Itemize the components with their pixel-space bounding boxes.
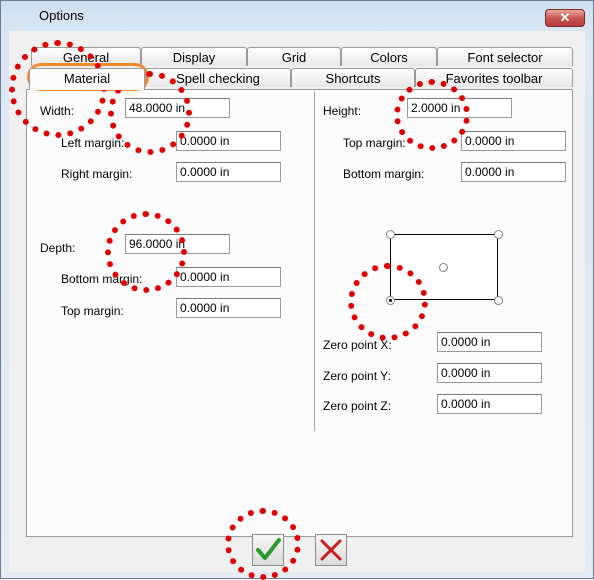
cancel-button[interactable]: [315, 534, 347, 566]
width-label: Width:: [40, 104, 75, 118]
window-title: Options: [39, 8, 84, 23]
bottom-margin-field[interactable]: 0.0000 in: [176, 267, 281, 287]
zero-y-label: Zero point Y:: [323, 369, 391, 383]
tab-material[interactable]: Material: [29, 68, 145, 90]
left-margin-label: Left margin:: [61, 136, 125, 150]
ok-button[interactable]: [252, 534, 284, 566]
zero-z-label: Zero point Z:: [323, 399, 392, 413]
tab-colors[interactable]: Colors: [341, 47, 437, 66]
depth-field[interactable]: 96.0000 in: [125, 234, 230, 254]
top-margin-right-field[interactable]: 0.0000 in: [461, 131, 566, 151]
depth-label: Depth:: [40, 241, 76, 255]
top-margin-field[interactable]: 0.0000 in: [176, 298, 281, 318]
tab-font-selector[interactable]: Font selector: [437, 47, 573, 66]
title-bar: Options ✕: [1, 1, 593, 29]
zero-point-top-right-radio[interactable]: [494, 230, 503, 239]
bottom-margin-label: Bottom margin:: [61, 272, 143, 286]
column-divider: [314, 91, 316, 431]
bottom-margin-right-field[interactable]: 0.0000 in: [461, 162, 566, 182]
top-margin-right-label: Top margin:: [343, 136, 406, 150]
zero-z-field[interactable]: 0.0000 in: [437, 394, 542, 414]
options-dialog: Options ✕ General Display Grid Colors Fo…: [0, 0, 594, 580]
left-margin-field[interactable]: 0.0000 in: [176, 131, 281, 151]
zero-point-bottom-right-radio[interactable]: [494, 296, 503, 305]
bottom-margin-right-label: Bottom margin:: [343, 167, 425, 181]
tab-shortcuts[interactable]: Shortcuts: [291, 68, 415, 87]
tab-spell-checking[interactable]: Spell checking: [145, 68, 291, 87]
x-icon: [320, 539, 342, 561]
zero-point-center-radio[interactable]: [439, 263, 448, 272]
right-margin-field[interactable]: 0.0000 in: [176, 162, 281, 182]
tab-general[interactable]: General: [31, 47, 141, 66]
height-field[interactable]: 2.0000 in: [407, 98, 512, 118]
tab-grid[interactable]: Grid: [247, 47, 341, 66]
zero-y-field[interactable]: 0.0000 in: [437, 363, 542, 383]
zero-point-top-left-radio[interactable]: [386, 230, 395, 239]
close-button[interactable]: ✕: [545, 9, 585, 27]
top-margin-label: Top margin:: [61, 304, 124, 318]
zero-x-field[interactable]: 0.0000 in: [437, 332, 542, 352]
zero-x-label: Zero point X:: [323, 338, 392, 352]
width-field[interactable]: 48.0000 in: [125, 98, 230, 118]
tab-display[interactable]: Display: [141, 47, 247, 66]
tab-favorites-toolbar[interactable]: Favorites toolbar: [415, 68, 573, 87]
check-icon: [256, 538, 281, 560]
right-margin-label: Right margin:: [61, 167, 133, 181]
height-label: Height:: [323, 104, 362, 118]
zero-point-bottom-left-radio[interactable]: [386, 296, 395, 305]
